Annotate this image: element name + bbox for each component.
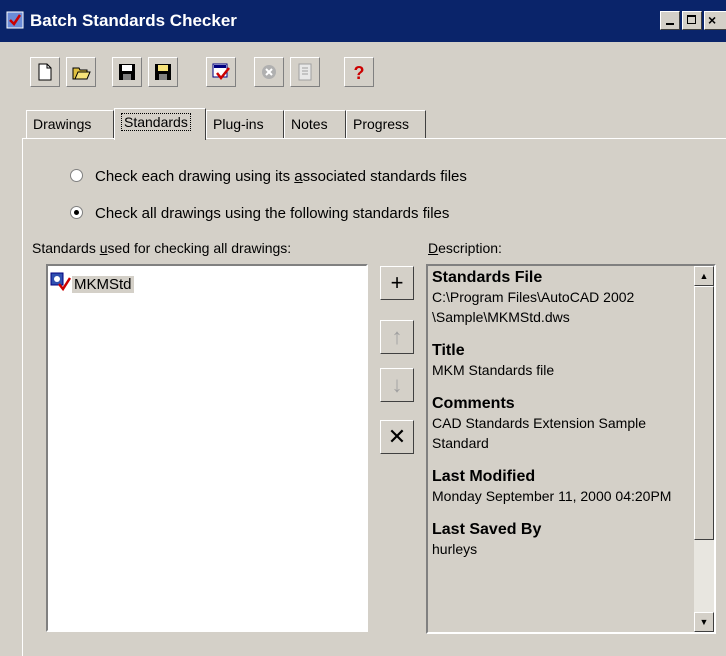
desc-heading-last-saved-by: Last Saved By	[432, 521, 542, 538]
window-title: Batch Standards Checker	[30, 11, 237, 30]
stop-check-icon	[262, 65, 276, 79]
radio-associated-standards-button[interactable]	[70, 169, 83, 182]
scroll-down-icon[interactable]: ▼	[694, 612, 714, 632]
view-report-icon	[298, 63, 312, 81]
desc-heading-last-modified: Last Modified	[432, 468, 536, 485]
start-check-icon	[212, 63, 230, 81]
svg-text:?: ?	[354, 63, 365, 82]
desc-value-last-modified: Monday September 11, 2000 04:20PM	[432, 488, 672, 504]
tab-standards-label: Standards	[121, 113, 191, 131]
close-button[interactable]: ×	[704, 11, 726, 30]
move-up-button[interactable]: ↑	[380, 320, 414, 354]
minimize-icon	[666, 23, 674, 25]
add-standard-button[interactable]: +	[380, 266, 414, 300]
radio-associated-standards[interactable]: Check each drawing using its associated …	[70, 168, 467, 185]
desc-value-standards-file: C:\Program Files\AutoCAD 2002 \Sample\MK…	[432, 289, 635, 325]
save-icon	[119, 64, 135, 80]
remove-standard-button[interactable]: ✕	[380, 420, 414, 454]
desc-heading-standards-file: Standards File	[432, 269, 543, 286]
list-item-label: MKMStd	[72, 276, 134, 293]
standards-listbox[interactable]: MKMStd	[46, 264, 368, 632]
save-as-icon	[155, 64, 171, 80]
desc-value-title: MKM Standards file	[432, 362, 555, 378]
toolbar: ?	[0, 42, 726, 102]
tab-standards[interactable]: Standards	[114, 108, 206, 140]
standards-list-label: Standards used for checking all drawings…	[32, 240, 292, 256]
save-button[interactable]	[112, 57, 142, 87]
tab-notes[interactable]: Notes	[284, 110, 346, 138]
title-bar[interactable]: Batch Standards Checker ×	[0, 0, 726, 42]
start-check-button[interactable]	[206, 57, 236, 87]
help-button[interactable]: ?	[344, 57, 374, 87]
stop-check-button[interactable]	[254, 57, 284, 87]
standards-file-icon	[50, 272, 72, 292]
scroll-up-icon[interactable]: ▲	[694, 266, 714, 286]
list-item[interactable]: MKMStd	[50, 272, 134, 293]
tab-progress[interactable]: Progress	[346, 110, 426, 138]
description-scrollbar[interactable]: ▲ ▼	[694, 266, 714, 632]
radio-associated-label: Check each drawing using its associated …	[95, 168, 467, 185]
maximize-button[interactable]	[682, 11, 702, 30]
radio-following-label: Check all drawings using the following s…	[95, 205, 450, 222]
close-icon: ×	[708, 12, 717, 28]
tab-drawings[interactable]: Drawings	[26, 110, 114, 138]
desc-heading-comments: Comments	[432, 395, 515, 412]
description-content: Standards File C:\Program Files\AutoCAD …	[432, 268, 686, 573]
app-icon	[6, 11, 24, 29]
batch-standards-checker-window: Batch Standards Checker × ? Drawings Sta…	[0, 0, 726, 656]
new-button[interactable]	[30, 57, 60, 87]
new-icon	[38, 63, 52, 81]
save-as-button[interactable]	[148, 57, 178, 87]
desc-value-comments: CAD Standards Extension Sample Standard	[432, 415, 646, 451]
help-icon: ?	[354, 63, 365, 82]
tab-plugins[interactable]: Plug-ins	[206, 110, 284, 138]
radio-following-standards-button[interactable]	[70, 206, 83, 219]
radio-following-standards[interactable]: Check all drawings using the following s…	[70, 205, 449, 222]
scroll-thumb[interactable]	[694, 286, 714, 540]
move-down-button[interactable]: ↓	[380, 368, 414, 402]
maximize-icon	[687, 15, 696, 24]
description-box: Standards File C:\Program Files\AutoCAD …	[426, 264, 716, 634]
view-report-button[interactable]	[290, 57, 320, 87]
desc-heading-title: Title	[432, 342, 465, 359]
open-button[interactable]	[66, 57, 96, 87]
open-icon	[72, 67, 91, 80]
desc-value-last-saved-by: hurleys	[432, 541, 478, 557]
description-label: Description:	[428, 240, 502, 256]
minimize-button[interactable]	[660, 11, 680, 30]
